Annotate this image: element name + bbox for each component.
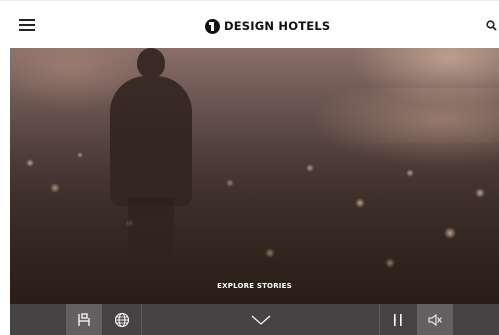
hero-image xyxy=(10,48,499,304)
site-header: DESIGN HOTELS xyxy=(0,0,499,48)
menu-icon[interactable] xyxy=(19,19,35,31)
person-legs xyxy=(128,198,174,268)
media-controls-bar xyxy=(10,304,499,335)
bed-icon xyxy=(78,312,90,326)
map-button[interactable] xyxy=(104,304,140,335)
explore-stories-link[interactable]: EXPLORE STORIES xyxy=(10,282,499,290)
pause-icon xyxy=(394,313,402,326)
scroll-down-button[interactable] xyxy=(245,304,277,335)
pause-button[interactable] xyxy=(380,304,416,335)
brand-name: DESIGN HOTELS xyxy=(224,19,331,33)
person-silhouette xyxy=(110,76,192,206)
mute-icon xyxy=(428,313,442,326)
divider xyxy=(141,304,142,335)
person-head xyxy=(137,48,165,78)
design-hotels-logo-icon xyxy=(205,18,220,34)
search-icon[interactable] xyxy=(486,20,497,31)
brand-logo[interactable]: DESIGN HOTELS xyxy=(205,17,330,35)
hotels-button[interactable] xyxy=(66,304,102,335)
chevron-down-icon xyxy=(251,315,271,325)
flower-field xyxy=(10,143,499,304)
globe-icon xyxy=(114,312,130,327)
mute-button[interactable] xyxy=(417,304,453,335)
